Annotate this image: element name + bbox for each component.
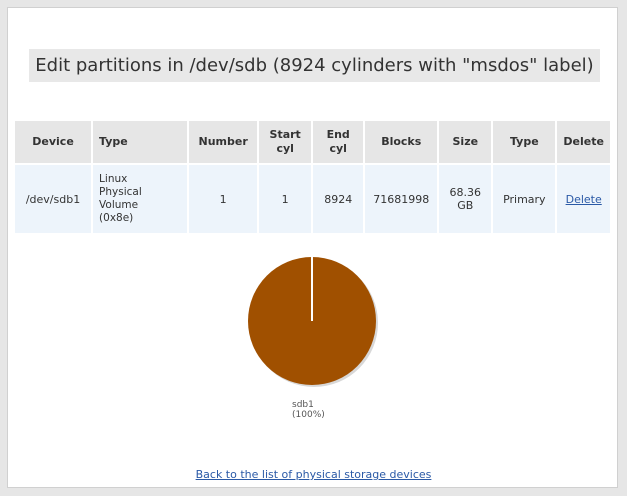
table-row: /dev/sdb1 Linux Physical Volume (0x8e) 1… — [15, 163, 612, 233]
col-device-header: Device — [15, 121, 94, 164]
col-end-cyl-header: End cyl — [312, 121, 366, 164]
back-link-container: Back to the list of physical storage dev… — [8, 468, 619, 481]
cell-number: 1 — [188, 163, 260, 233]
main-panel: Edit partitions in /dev/sdb (8924 cylind… — [7, 7, 618, 488]
cell-type-line2: Physical — [99, 186, 142, 198]
col-start-cyl-header: Start cyl — [258, 121, 314, 164]
col-delete-header: Delete — [556, 121, 612, 164]
pie-slice-label-percent: (100%) — [292, 410, 325, 420]
back-to-devices-link[interactable]: Back to the list of physical storage dev… — [196, 468, 432, 481]
pie-slice-label-name: sdb1 — [292, 400, 314, 410]
pie-slice-label: sdb1 (100%) — [292, 400, 325, 420]
table-header-row: Device Type Number Start cyl End cyl Blo… — [15, 121, 612, 164]
cell-type: Linux Physical Volume (0x8e) — [92, 163, 190, 233]
col-end-cyl-header-line2: cyl — [329, 142, 347, 155]
cell-end-cyl: 8924 — [312, 163, 366, 233]
cell-blocks: 71681998 — [364, 163, 440, 233]
col-number-header: Number — [188, 121, 260, 164]
cell-type-line4: (0x8e) — [99, 212, 134, 224]
partitions-table: Device Type Number Start cyl End cyl Blo… — [15, 121, 612, 233]
pie-chart-svg — [248, 257, 378, 387]
cell-type-line3: Volume — [99, 199, 139, 211]
cell-type-line1: Linux — [99, 173, 128, 185]
cell-size-line1: 68.36 — [449, 186, 482, 199]
cell-delete: Delete — [556, 163, 612, 233]
cell-device: /dev/sdb1 — [15, 163, 94, 233]
cell-size-line2: GB — [457, 199, 474, 212]
col-size-header: Size — [438, 121, 494, 164]
partition-pie-chart — [242, 251, 382, 391]
cell-ptype: Primary — [492, 163, 558, 233]
cell-start-cyl: 1 — [258, 163, 314, 233]
col-ptype-header: Type — [492, 121, 558, 164]
col-end-cyl-header-line1: End — [326, 128, 350, 141]
page-title: Edit partitions in /dev/sdb (8924 cylind… — [29, 49, 600, 82]
delete-partition-link[interactable]: Delete — [566, 193, 602, 206]
col-type-header: Type — [92, 121, 190, 164]
cell-size: 68.36 GB — [438, 163, 494, 233]
col-start-cyl-header-line1: Start — [269, 128, 301, 141]
col-blocks-header: Blocks — [364, 121, 440, 164]
col-start-cyl-header-line2: cyl — [276, 142, 294, 155]
